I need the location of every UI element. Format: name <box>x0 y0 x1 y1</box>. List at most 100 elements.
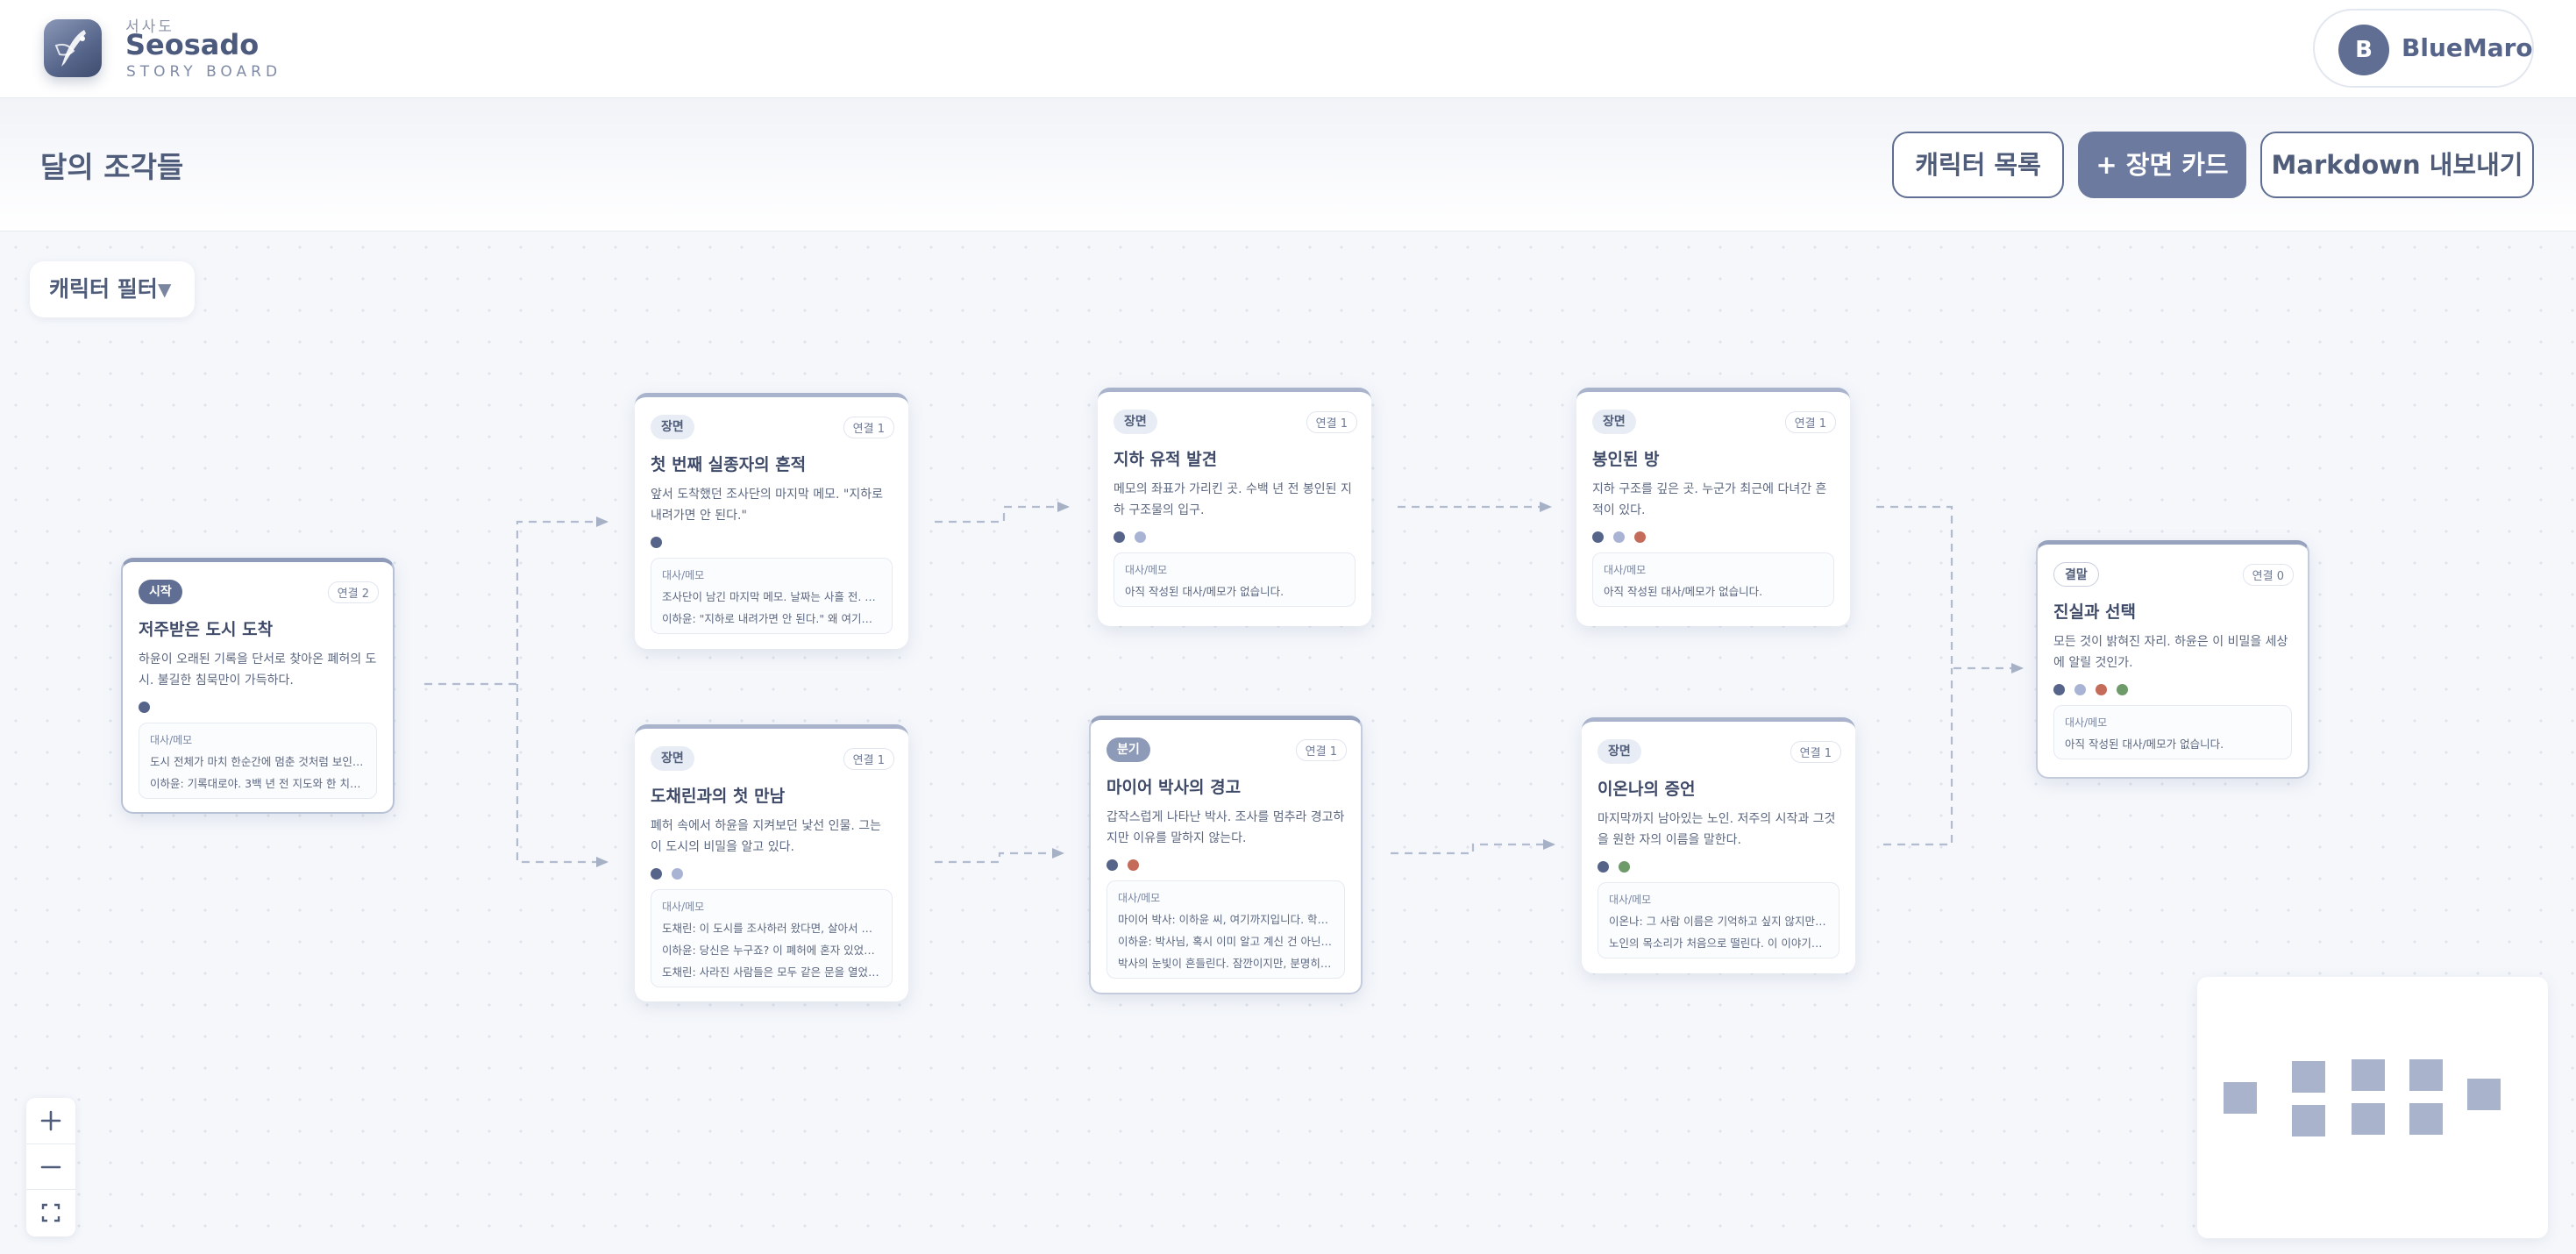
card-title: 지하 유적 발견 <box>1114 450 1218 469</box>
character-dots <box>1592 530 1834 543</box>
memo-empty-text: 아직 작성된 대사/메모가 없습니다. <box>2065 737 2224 751</box>
card-description: 폐허 속에서 하윤을 지켜보던 낯선 인물. 그는 이 도시의 비밀을 알고 있… <box>651 819 881 854</box>
link-count: 연결 1 <box>843 748 894 770</box>
memo-line: 이하윤: "지하로 내려가면 안 된다." 왜 여기서 ... <box>662 612 881 625</box>
link-count: 연결 2 <box>327 581 379 603</box>
card-type-badge: 결말 <box>2053 562 2099 587</box>
card-title: 진실과 선택 <box>2053 602 2137 622</box>
scene-card-ruins[interactable]: 장면 연결 1 지하 유적 발견 메모의 좌표가 가리킨 곳. 수백 년 전 봉… <box>1098 388 1371 626</box>
character-dots <box>1107 858 1345 871</box>
memo-line: 박사의 눈빛이 흔들린다. 잠깐이지만, 분명히 보... <box>1118 957 1334 970</box>
card-type-badge: 장면 <box>1592 410 1636 434</box>
card-type-badge: 시작 <box>139 580 182 604</box>
card-description: 마지막까지 남아있는 노인. 저주의 시작과 그것을 원한 자의 이름을 말한다… <box>1598 812 1836 847</box>
zoom-out-button[interactable] <box>26 1144 75 1189</box>
fit-view-icon <box>41 1203 60 1222</box>
edge-start-to-trace <box>424 517 608 686</box>
minus-icon <box>40 1165 61 1169</box>
memo-label: 대사/메모 <box>2065 716 2108 729</box>
card-description: 갑작스럽게 나타난 박사. 조사를 멈추라 경고하지만 이유를 말하지 않는다. <box>1107 810 1345 845</box>
character-dot <box>2074 684 2087 695</box>
memo-box: 대사/메모 이온나: 그 사람 이름은 기억하고 싶지 않지만, ... 노인의… <box>1598 882 1839 958</box>
link-count: 연결 1 <box>1306 411 1357 433</box>
fit-view-button[interactable] <box>26 1189 75 1235</box>
memo-label: 대사/메모 <box>662 901 705 913</box>
memo-label: 대사/메모 <box>662 569 705 581</box>
edge-warning-to-testimony <box>1391 839 1555 855</box>
character-dot <box>2096 684 2108 695</box>
edge-trace-to-ruins <box>935 502 1070 524</box>
memo-line: 이온나: 그 사람 이름은 기억하고 싶지 않지만, ... <box>1609 915 1828 928</box>
scene-card-warning[interactable]: 분기 연결 1 마이어 박사의 경고 갑작스럽게 나타난 박사. 조사를 멈추라… <box>1089 716 1363 994</box>
card-title: 이온나의 증언 <box>1598 780 1696 799</box>
character-dot <box>1114 531 1125 543</box>
card-title: 마이어 박사의 경고 <box>1107 778 1242 797</box>
card-type-badge: 분기 <box>1107 737 1150 762</box>
card-description: 앞서 도착했던 조사단의 마지막 메모. "지하로 내려가면 안 된다." <box>651 488 883 523</box>
minimap-node <box>2467 1079 2501 1110</box>
card-type-badge: 장면 <box>651 415 694 439</box>
scene-card-ending[interactable]: 결말 연결 0 진실과 선택 모든 것이 밝혀진 자리. 하윤은 이 비밀을 세… <box>2036 540 2309 779</box>
memo-line: 노인의 목소리가 처음으로 떨린다. 이 이야기를 ... <box>1609 937 1828 950</box>
card-title: 봉인된 방 <box>1592 450 1660 469</box>
scene-card-trace[interactable]: 장면 연결 1 첫 번째 실종자의 흔적 앞서 도착했던 조사단의 마지막 메모… <box>635 393 908 649</box>
character-dot <box>139 702 150 713</box>
minimap[interactable] <box>2197 977 2548 1238</box>
minimap-node <box>2409 1059 2443 1091</box>
zoom-in-button[interactable] <box>26 1098 75 1144</box>
link-count: 연결 1 <box>1784 411 1836 433</box>
character-dot <box>1135 531 1147 543</box>
card-description: 모든 것이 밝혀진 자리. 하윤은 이 비밀을 세상에 알릴 것인가. <box>2053 635 2288 670</box>
memo-line: 이하윤: 당신은 누구죠? 이 폐허에 혼자 있었던 ... <box>662 944 881 957</box>
memo-label: 대사/메모 <box>1604 564 1647 576</box>
character-dot <box>2117 684 2129 695</box>
filter-label: 캐릭터 필터 <box>49 276 158 302</box>
character-dot <box>1592 531 1604 543</box>
card-title: 첫 번째 실종자의 흔적 <box>651 455 807 474</box>
scene-card-testimony[interactable]: 장면 연결 1 이온나의 증언 마지막까지 남아있는 노인. 저주의 시작과 그… <box>1582 717 1855 973</box>
character-dot <box>1128 859 1140 871</box>
character-dot <box>1634 531 1647 543</box>
character-dots <box>1598 859 1839 873</box>
card-description: 메모의 좌표가 가리킨 곳. 수백 년 전 봉인된 지하 구조물의 입구. <box>1114 482 1352 517</box>
memo-box: 대사/메모 도채린: 이 도시를 조사하러 왔다면, 살아서 돌... 이하윤:… <box>651 889 893 987</box>
memo-box: 대사/메모 아직 작성된 대사/메모가 없습니다. <box>1592 552 1834 607</box>
character-dots <box>2053 682 2292 695</box>
scene-card-meeting[interactable]: 장면 연결 1 도채린과의 첫 만남 폐허 속에서 하윤을 지켜보던 낯선 인물… <box>635 724 908 1001</box>
memo-line: 도시 전체가 마치 한순간에 멈춘 것처럼 보인다... <box>150 755 366 768</box>
character-dots <box>139 700 377 713</box>
minimap-node <box>2352 1059 2385 1091</box>
memo-line: 마이어 박사: 이하윤 씨, 여기까지입니다. 학술... <box>1118 913 1334 926</box>
character-dot <box>2053 684 2065 695</box>
character-dot <box>651 537 662 548</box>
character-filter-dropdown[interactable]: 캐릭터 필터 ▼ <box>30 261 195 317</box>
memo-line: 조사단이 남긴 마지막 메모. 날짜는 사흘 전. 일... <box>662 590 881 603</box>
edge-testimony-to-ending <box>1883 668 1953 846</box>
link-count: 연결 1 <box>1790 741 1841 763</box>
plus-icon <box>40 1110 61 1131</box>
scene-card-sealed-room[interactable]: 장면 연결 1 봉인된 방 지하 구조를 깊은 곳. 누군가 최근에 다녀간 흔… <box>1576 388 1850 626</box>
memo-box: 대사/메모 아직 작성된 대사/메모가 없습니다. <box>2053 705 2292 759</box>
character-dot <box>1107 859 1118 871</box>
card-type-badge: 장면 <box>1114 410 1157 434</box>
memo-line: 이하윤: 기록대로야. 3백 년 전 지도와 한 치도 ... <box>150 777 366 790</box>
memo-box: 대사/메모 아직 작성된 대사/메모가 없습니다. <box>1114 552 1356 607</box>
character-dots <box>651 866 893 880</box>
memo-box: 대사/메모 조사단이 남긴 마지막 메모. 날짜는 사흘 전. 일... 이하윤… <box>651 558 893 634</box>
minimap-node <box>2352 1103 2385 1135</box>
edge-start-to-meeting <box>516 684 608 867</box>
minimap-node <box>2224 1082 2257 1114</box>
scene-card-start[interactable]: 시작 연결 2 저주받은 도시 도착 하윤이 오래된 기록을 단서로 찾아온 폐… <box>121 558 395 814</box>
memo-box: 대사/메모 도시 전체가 마치 한순간에 멈춘 것처럼 보인다... 이하윤: … <box>139 723 377 799</box>
card-type-badge: 장면 <box>1598 739 1641 764</box>
character-dot <box>651 868 662 880</box>
memo-box: 대사/메모 마이어 박사: 이하윤 씨, 여기까지입니다. 학술... 이하윤:… <box>1107 880 1345 979</box>
card-description: 지하 구조를 깊은 곳. 누군가 최근에 다녀간 흔적이 있다. <box>1592 482 1827 517</box>
minimap-node <box>2292 1105 2325 1136</box>
memo-line: 이하윤: 박사님, 혹시 이미 알고 계신 건 아닌가... <box>1118 935 1334 948</box>
memo-empty-text: 아직 작성된 대사/메모가 없습니다. <box>1125 585 1284 598</box>
card-title: 저주받은 도시 도착 <box>139 620 274 639</box>
card-title: 도채린과의 첫 만남 <box>651 787 786 806</box>
character-dots <box>1114 530 1356 543</box>
character-dot <box>1598 861 1609 873</box>
